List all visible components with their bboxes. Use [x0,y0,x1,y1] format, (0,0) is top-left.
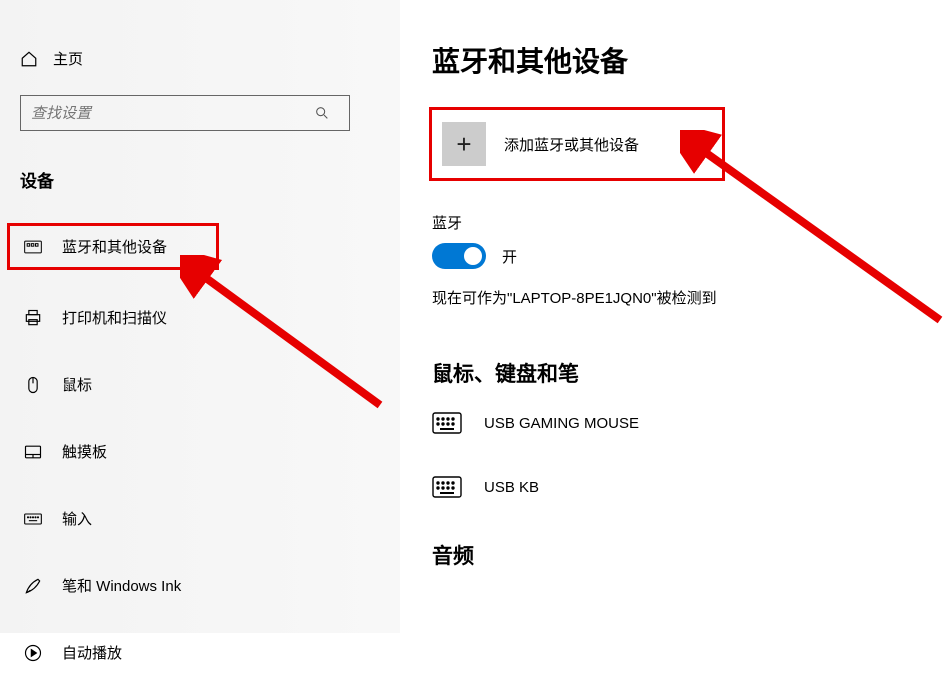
bluetooth-toggle-state: 开 [502,246,517,267]
sidebar-item-label: 蓝牙和其他设备 [62,236,167,257]
autoplay-icon [22,643,44,663]
sidebar-item-label: 自动播放 [62,642,122,663]
bluetooth-toggle[interactable] [432,243,486,269]
sidebar-item-printers[interactable]: 打印机和扫描仪 [0,293,400,342]
sidebar-item-label: 鼠标 [62,374,92,395]
search-container [20,95,380,131]
keyboard-icon [22,509,44,529]
sidebar-item-label: 笔和 Windows Ink [62,575,181,596]
main-content: 蓝牙和其他设备 + 添加蓝牙或其他设备 蓝牙 开 现在可作为"LAPTOP-8P… [400,0,950,633]
touchpad-icon [22,442,44,462]
section-audio: 音频 [432,540,950,570]
bluetooth-device-icon [22,237,44,257]
mouse-icon [22,375,44,395]
sidebar-item-autoplay[interactable]: 自动播放 [0,628,400,677]
device-name: USB KB [484,479,539,496]
keyboard-icon [432,412,462,434]
add-device-label: 添加蓝牙或其他设备 [504,134,639,155]
sidebar: 主页 设备 蓝牙和其他设备 打印机和扫描仪 鼠标 触摸板 [0,0,400,633]
sidebar-item-bluetooth[interactable]: 蓝牙和其他设备 [6,222,220,271]
home-link[interactable]: 主页 [0,40,400,89]
section-mouse-keyboard-pen: 鼠标、键盘和笔 [432,358,950,388]
sidebar-item-touchpad[interactable]: 触摸板 [0,427,400,476]
sidebar-heading: 设备 [0,155,400,222]
device-name: USB GAMING MOUSE [484,415,639,432]
device-item[interactable]: USB KB [432,476,950,498]
sidebar-item-label: 输入 [62,508,92,529]
printer-icon [22,308,44,328]
search-icon[interactable] [314,105,330,121]
search-input[interactable] [20,95,350,131]
discoverable-text: 现在可作为"LAPTOP-8PE1JQN0"被检测到 [432,287,950,308]
sidebar-item-label: 打印机和扫描仪 [62,307,167,328]
page-title: 蓝牙和其他设备 [432,40,950,80]
add-device-button[interactable]: + 添加蓝牙或其他设备 [432,110,722,178]
bluetooth-label: 蓝牙 [432,212,950,233]
sidebar-item-typing[interactable]: 输入 [0,494,400,543]
keyboard-icon [432,476,462,498]
sidebar-item-pen[interactable]: 笔和 Windows Ink [0,561,400,610]
pen-icon [22,576,44,596]
home-label: 主页 [53,48,83,69]
sidebar-item-label: 触摸板 [62,441,107,462]
sidebar-item-mouse[interactable]: 鼠标 [0,360,400,409]
device-item[interactable]: USB GAMING MOUSE [432,412,950,434]
plus-icon: + [442,122,486,166]
home-icon [20,50,38,68]
